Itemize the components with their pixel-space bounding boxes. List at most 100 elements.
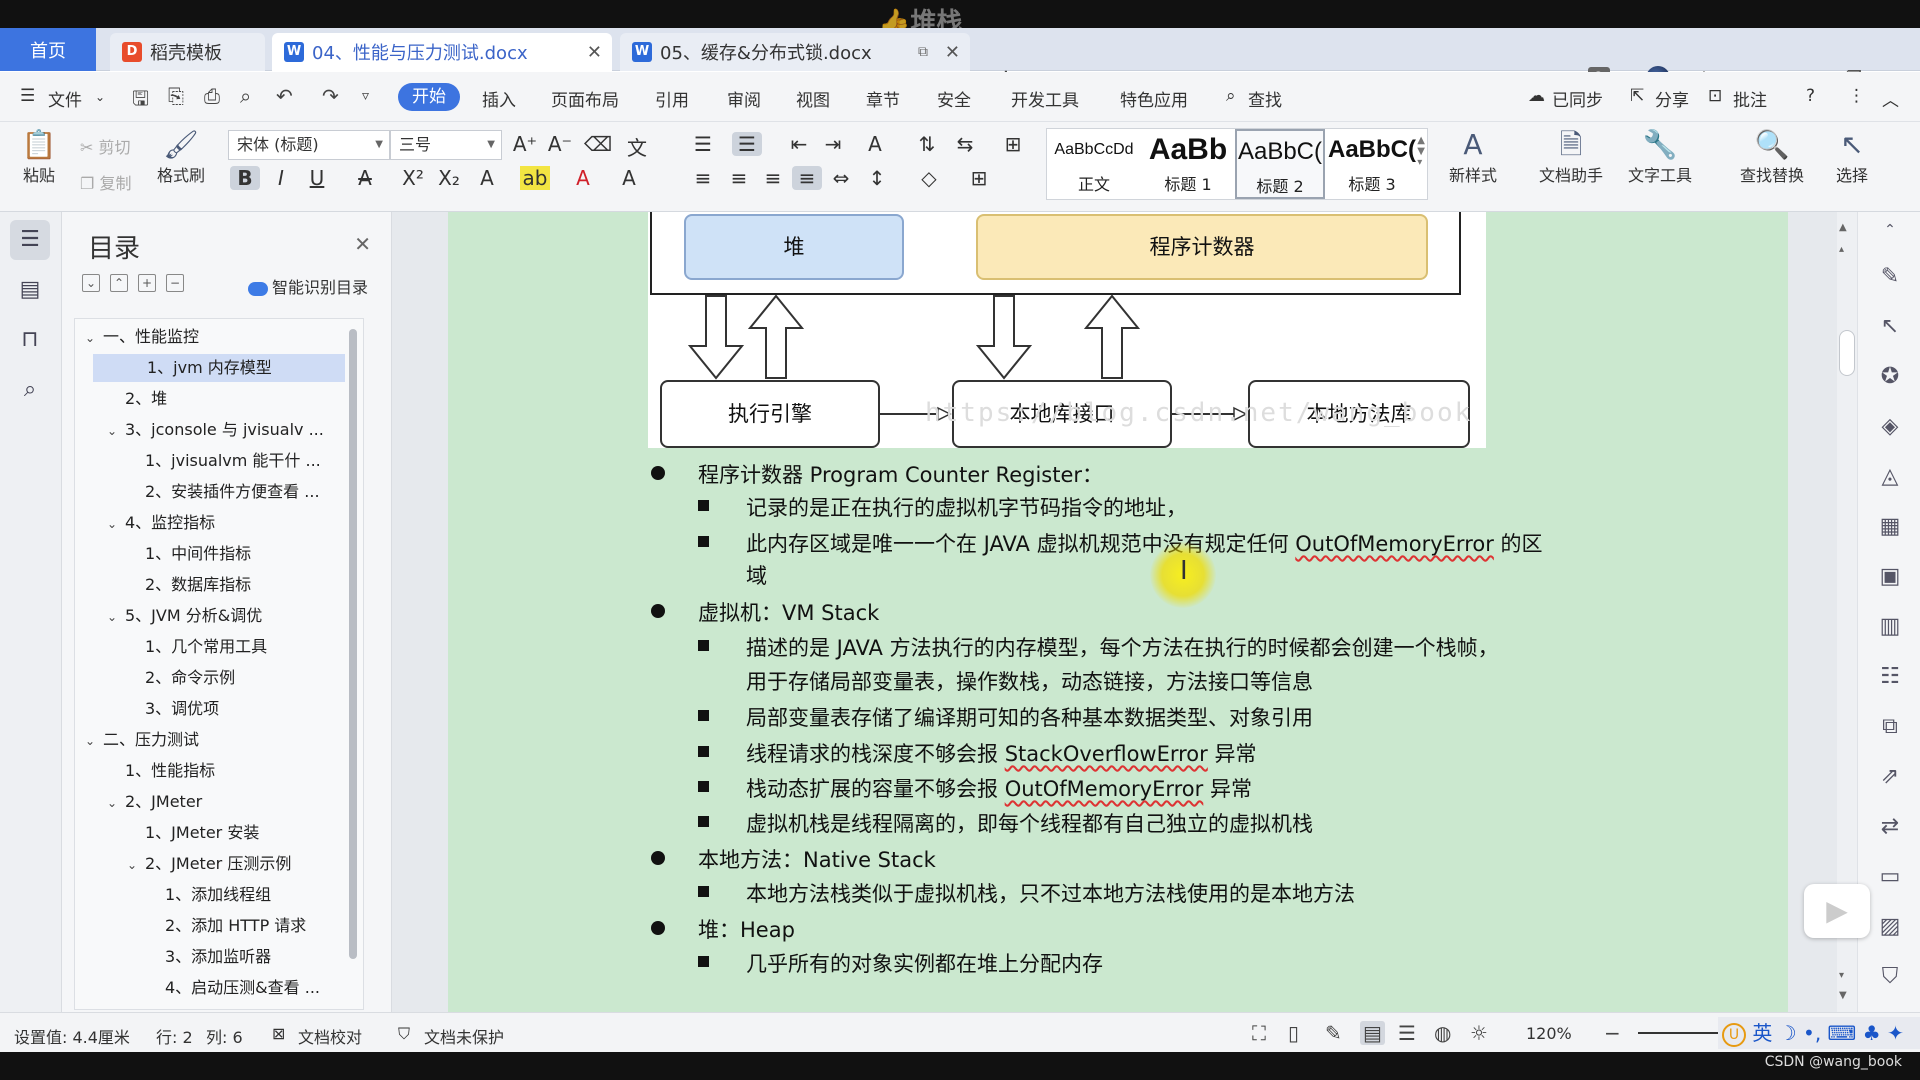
- doc-line[interactable]: 堆：Heap: [651, 914, 795, 944]
- menu-tab-reference[interactable]: 引用: [655, 86, 689, 111]
- doc-line[interactable]: 描述的是 JAVA 方法执行的内存模型，每个方法在执行的时候都会创建一个栈帧，: [698, 632, 1499, 662]
- gallery-icon[interactable]: ⧉: [1876, 714, 1904, 739]
- chevron-down-icon[interactable]: ⌄: [107, 417, 125, 444]
- chevron-down-icon[interactable]: ⌄: [107, 510, 125, 537]
- play-video-icon[interactable]: ▶: [1804, 884, 1870, 938]
- menu-tab-start[interactable]: 开始: [398, 83, 460, 111]
- outline-item[interactable]: ⌄ 2、JMeter: [107, 788, 341, 816]
- outline-item[interactable]: ⌄ 3、jconsole 与 jvisualv ...: [107, 416, 341, 444]
- outline-item[interactable]: ⌄ 2、JMeter 压测示例: [127, 850, 341, 878]
- menu-tab-view[interactable]: 视图: [796, 86, 830, 111]
- badge-icon[interactable]: ✪: [1876, 364, 1904, 389]
- settings-sliders-icon[interactable]: ☷: [1876, 664, 1904, 689]
- chevron-down-icon[interactable]: ⌄: [107, 603, 125, 630]
- outline-item[interactable]: 2、数据库指标: [127, 571, 341, 599]
- prev-page-icon[interactable]: ▴: [1839, 244, 1844, 255]
- print-icon[interactable]: ⎙: [204, 84, 220, 108]
- moon-icon[interactable]: ☽: [1779, 1021, 1797, 1045]
- bold-icon[interactable]: B: [230, 166, 260, 190]
- outline-item[interactable]: 2、添加 HTTP 请求: [147, 912, 341, 940]
- menu-tab-section[interactable]: 章节: [866, 86, 900, 111]
- more-icon[interactable]: ⋮: [1848, 86, 1865, 106]
- menu-file[interactable]: 文件: [48, 86, 82, 111]
- save-icon[interactable]: 🖫: [132, 84, 149, 118]
- table-icon[interactable]: ▦: [1876, 514, 1904, 539]
- highlight-icon[interactable]: ab: [520, 166, 550, 190]
- outline-item[interactable]: 2、安装插件方便查看 ...: [127, 478, 341, 506]
- chart-icon[interactable]: ▥: [1876, 614, 1904, 639]
- outline-item[interactable]: 1、jvm 内存模型: [93, 354, 345, 382]
- fullscreen-icon[interactable]: ⛶: [1252, 1021, 1266, 1045]
- outline-item[interactable]: 1、性能指标: [107, 757, 341, 785]
- page-thumbnail-icon[interactable]: ▤: [10, 270, 50, 310]
- menu-tab-features[interactable]: 特色应用: [1120, 86, 1188, 111]
- outline-item[interactable]: 3、添加监听器: [147, 943, 341, 971]
- tab-doc-active[interactable]: W 04、性能与压力测试.docx ✕: [272, 33, 612, 71]
- shapes-icon[interactable]: ◈: [1876, 414, 1904, 439]
- outline-item[interactable]: 1、jvisualvm 能干什 ...: [127, 447, 341, 475]
- font-color-icon[interactable]: A: [568, 166, 598, 190]
- tab-home[interactable]: 首页: [0, 28, 96, 71]
- read-mode-icon[interactable]: ▯: [1288, 1021, 1299, 1045]
- punct-icon[interactable]: •,: [1803, 1021, 1821, 1045]
- write-mode-icon[interactable]: ✎: [1325, 1021, 1342, 1045]
- shrink-font-icon[interactable]: A⁻: [545, 132, 575, 156]
- menu-icon[interactable]: ☰: [20, 86, 35, 106]
- zoom-slider[interactable]: [1638, 1032, 1718, 1034]
- tab-template[interactable]: D 稻壳模板: [110, 33, 265, 71]
- copy-button[interactable]: ❐ 复制: [80, 170, 150, 194]
- menu-search[interactable]: 查找: [1248, 86, 1282, 111]
- find-replace-button[interactable]: 🔍 查找替换: [1726, 128, 1818, 186]
- clear-format-icon[interactable]: ⌫: [583, 132, 613, 156]
- select-button[interactable]: ↖ 选择: [1822, 128, 1882, 186]
- doc-line[interactable]: 栈动态扩展的容量不够会报 OutOfMemoryError 异常: [698, 773, 1252, 803]
- collapse-all-icon[interactable]: ⌄: [82, 274, 100, 292]
- skin-icon[interactable]: ♣: [1863, 1021, 1881, 1045]
- menu-tab-security[interactable]: 安全: [937, 86, 971, 111]
- output-icon[interactable]: ⎘: [168, 84, 184, 108]
- cut-button[interactable]: ✂ 剪切: [80, 134, 150, 158]
- export-icon[interactable]: ⇗: [1876, 764, 1904, 789]
- chevron-down-icon[interactable]: ⌄: [85, 324, 103, 351]
- italic-icon[interactable]: I: [266, 166, 296, 190]
- archive-icon[interactable]: ▭: [1876, 864, 1904, 889]
- doc-line[interactable]: 线程请求的栈深度不够会报 StackOverflowError 异常: [698, 738, 1256, 768]
- doc-line[interactable]: 程序计数器 Program Counter Register：: [651, 459, 1103, 489]
- close-icon[interactable]: ✕: [354, 232, 371, 256]
- style-heading3[interactable]: AaBbC( 标题 3: [1327, 129, 1417, 199]
- close-tab-icon[interactable]: ✕: [587, 42, 602, 63]
- undo-icon[interactable]: ↶: [276, 84, 293, 108]
- outline-item[interactable]: 1、JMeter 安装: [127, 819, 341, 847]
- doc-line[interactable]: 记录的是正在执行的虚拟机字节码指令的地址，: [698, 492, 1187, 522]
- remove-heading-icon[interactable]: −: [166, 274, 184, 292]
- customize-icon[interactable]: ▿: [362, 88, 369, 104]
- close-tab-icon[interactable]: ✕: [945, 42, 960, 63]
- smart-toc-button[interactable]: 智能识别目录: [248, 274, 368, 298]
- bookmark-icon[interactable]: ⊓: [10, 320, 50, 360]
- text-direction-icon[interactable]: A: [860, 132, 890, 156]
- style-heading2[interactable]: AaBbC( 标题 2: [1235, 129, 1325, 199]
- doc-line[interactable]: 局部变量表存储了编译期可知的各种基本数据类型、对象引用: [698, 702, 1313, 732]
- style-heading1[interactable]: AaBb 标题 1: [1143, 129, 1233, 199]
- menu-tab-layout[interactable]: 页面布局: [551, 86, 619, 111]
- print-preview-icon[interactable]: ⌕: [240, 84, 251, 108]
- align-right-icon[interactable]: ≡: [758, 166, 788, 190]
- outline-view-icon[interactable]: ☰: [1398, 1021, 1416, 1045]
- scroll-down-icon[interactable]: ▼: [1839, 990, 1847, 1001]
- doc-line[interactable]: 用于存储局部变量表，操作数栈，动态链接，方法接口等信息: [746, 666, 1313, 696]
- web-view-icon[interactable]: ◍: [1434, 1021, 1451, 1045]
- page-view-icon[interactable]: ▤: [1360, 1021, 1385, 1045]
- gallery-scroll-icon[interactable]: ▲ ▼ ▾: [1417, 135, 1425, 168]
- doc-line[interactable]: 本地方法：Native Stack: [651, 844, 936, 874]
- outline-item[interactable]: 3、调优项: [127, 695, 341, 723]
- search-icon[interactable]: ⌕: [1226, 86, 1236, 106]
- outline-item[interactable]: 2、堆: [107, 385, 341, 413]
- menu-tab-review[interactable]: 审阅: [727, 86, 761, 111]
- bullet-list-icon[interactable]: ☰: [688, 132, 718, 156]
- outline-scrollbar[interactable]: [349, 329, 357, 959]
- doc-assistant-button[interactable]: 🗎 文档助手: [1528, 128, 1614, 186]
- ime-toolbar[interactable]: U 英 ☽ •, ⌨ ♣ ✦: [1718, 1017, 1920, 1049]
- status-proofread[interactable]: 文档校对: [298, 1024, 362, 1048]
- char-shading-icon[interactable]: A: [614, 166, 644, 190]
- outline-item[interactable]: ⌄ 二、压力测试: [85, 726, 341, 754]
